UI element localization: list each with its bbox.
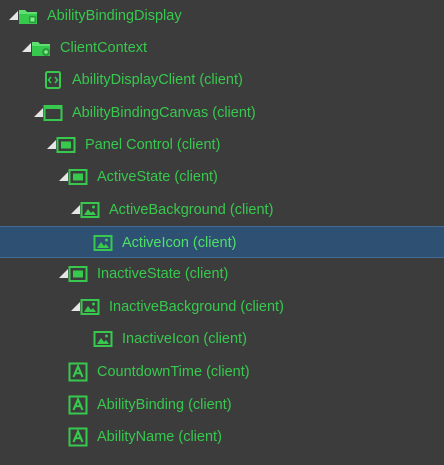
tree-row-label: AbilityName (client) — [97, 429, 222, 445]
tree-row-inactive-icon[interactable]: InactiveIcon (client) — [0, 323, 444, 355]
tree-row-ability-display-client[interactable]: AbilityDisplayClient (client) — [0, 64, 444, 96]
tree-row-client-context[interactable]: ClientContext — [0, 32, 444, 64]
image-icon — [80, 200, 100, 220]
tree-row-label: AbilityBindingDisplay — [47, 8, 182, 24]
tree-row-ability-binding-display[interactable]: AbilityBindingDisplay — [0, 0, 444, 32]
image-icon — [93, 233, 113, 253]
panel-icon — [68, 167, 88, 187]
tree-row-ability-binding-canvas[interactable]: AbilityBindingCanvas (client) — [0, 97, 444, 129]
text-icon — [68, 427, 88, 447]
tree-row-label: InactiveState (client) — [97, 266, 229, 282]
panel-icon — [56, 135, 76, 155]
tree-row-active-background[interactable]: ActiveBackground (client) — [0, 194, 444, 226]
tree-row-panel-control[interactable]: Panel Control (client) — [0, 129, 444, 161]
image-icon — [80, 297, 100, 317]
panel-icon — [68, 264, 88, 284]
tree-row-label: Panel Control (client) — [85, 137, 221, 153]
tree-row-label: InactiveBackground (client) — [109, 299, 284, 315]
tree-row-active-icon[interactable]: ActiveIcon (client) — [0, 226, 444, 258]
folder-group-icon — [18, 6, 38, 26]
tree-row-label: ActiveBackground (client) — [109, 202, 274, 218]
folder-context-icon — [31, 38, 51, 58]
hierarchy-tree: AbilityBindingDisplay ClientContext Abil… — [0, 0, 444, 465]
tree-row-label: AbilityDisplayClient (client) — [72, 72, 243, 88]
tree-row-label: ActiveState (client) — [97, 169, 218, 185]
tree-row-label: ActiveIcon (client) — [122, 235, 237, 251]
text-icon — [68, 395, 88, 415]
tree-row-label: InactiveIcon (client) — [122, 331, 247, 347]
tree-row-label: AbilityBindingCanvas (client) — [72, 105, 256, 121]
script-icon — [43, 70, 63, 90]
tree-row-ability-binding[interactable]: AbilityBinding (client) — [0, 389, 444, 421]
tree-row-ability-name[interactable]: AbilityName (client) — [0, 421, 444, 453]
tree-row-inactive-state[interactable]: InactiveState (client) — [0, 258, 444, 290]
tree-row-label: ClientContext — [60, 40, 148, 56]
tree-row-label: CountdownTime (client) — [97, 364, 250, 380]
image-icon — [93, 329, 113, 349]
canvas-icon — [43, 103, 63, 123]
tree-row-countdown-time[interactable]: CountdownTime (client) — [0, 356, 444, 388]
tree-row-inactive-background[interactable]: InactiveBackground (client) — [0, 291, 444, 323]
tree-row-active-state[interactable]: ActiveState (client) — [0, 161, 444, 193]
text-icon — [68, 362, 88, 382]
tree-row-label: AbilityBinding (client) — [97, 397, 232, 413]
